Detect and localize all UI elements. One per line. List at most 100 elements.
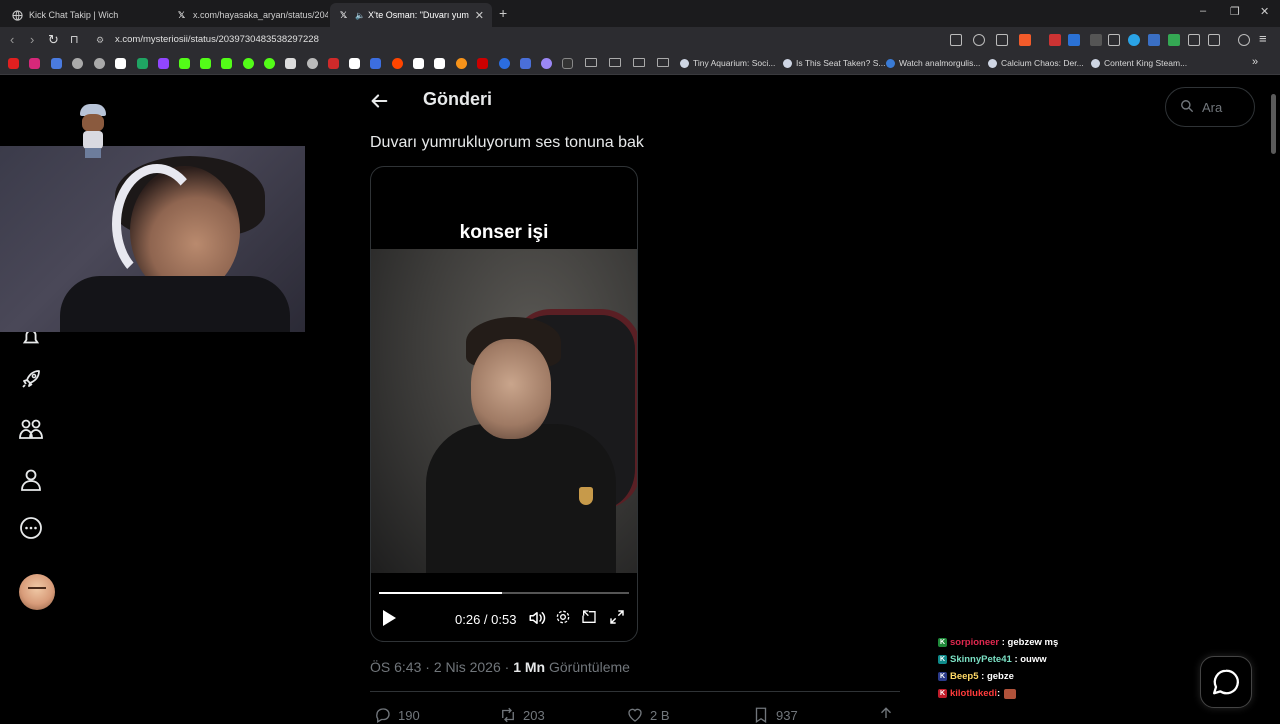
amazon-icon[interactable]	[434, 58, 445, 69]
bookmark-tiny-aquarium[interactable]: Tiny Aquarium: Soci...	[680, 58, 775, 68]
emote-icon	[1004, 688, 1017, 699]
maximize-button[interactable]: ❐	[1230, 5, 1240, 18]
more-bookmarks-button[interactable]: »	[1252, 56, 1258, 68]
bookmark-icon[interactable]	[520, 58, 531, 69]
more-options-icon[interactable]	[18, 515, 44, 541]
bookmark-icon[interactable]	[370, 58, 381, 69]
media-icon[interactable]	[1238, 34, 1250, 46]
folder-icon[interactable]	[585, 58, 597, 67]
post-date[interactable]: 2 Nis 2026	[434, 659, 501, 675]
bookmark-icon[interactable]	[562, 58, 573, 69]
folder-icon[interactable]	[633, 58, 645, 67]
post-time[interactable]: ÖS 6:43	[370, 659, 421, 675]
bookmark-seat-taken[interactable]: Is This Seat Taken? S...	[783, 58, 885, 68]
chat-user: kilotlukedi	[950, 688, 997, 699]
bookmark-icon[interactable]	[499, 58, 510, 69]
like-button[interactable]: 2 B	[626, 706, 670, 724]
new-tab-button[interactable]: +	[499, 5, 507, 21]
extension-audio-icon[interactable]	[1068, 34, 1080, 46]
play-icon[interactable]	[381, 609, 397, 627]
video-frame[interactable]	[371, 249, 637, 573]
bookmark-button[interactable]: 937	[752, 706, 798, 724]
puzzle-icon[interactable]	[1188, 34, 1200, 46]
settings-gear-icon[interactable]	[555, 609, 571, 625]
anchor-icon[interactable]	[285, 58, 296, 69]
minimize-button[interactable]: –	[1200, 5, 1206, 17]
extension-badge-icon[interactable]	[1049, 34, 1061, 46]
bookmark-icon[interactable]	[243, 58, 254, 69]
folder-icon[interactable]	[657, 58, 669, 67]
tab-osman-post[interactable]: 𝕏 🔈 X'te Osman: "Duvarı yumrukl ✕	[330, 3, 492, 27]
screen-icon[interactable]	[950, 34, 962, 46]
bookmark-calcium-chaos[interactable]: Calcium Chaos: Der...	[988, 58, 1084, 68]
bookmark-icon[interactable]	[413, 58, 424, 69]
x-post-page: Gönderi Ara Duvarı yumrukluyorum ses ton…	[0, 76, 1280, 724]
globe-icon[interactable]	[72, 58, 83, 69]
bookmark-icon[interactable]	[51, 58, 62, 69]
extension-icon[interactable]	[1090, 34, 1102, 46]
extension-icon[interactable]	[1168, 34, 1180, 46]
account-avatar[interactable]	[19, 574, 55, 610]
bookmark-icon[interactable]	[456, 58, 467, 69]
gmail-icon[interactable]	[115, 58, 126, 69]
folder-icon[interactable]	[609, 58, 621, 67]
bookmark-icon[interactable]	[477, 58, 488, 69]
x-logo-icon[interactable]	[349, 58, 360, 69]
bookmark-icon[interactable]	[307, 58, 318, 69]
page-scrollbar[interactable]	[1271, 94, 1276, 154]
bookmark-icon[interactable]	[541, 58, 552, 69]
video-progress-bar[interactable]	[379, 592, 629, 594]
site-info-icon[interactable]: ⚙	[96, 35, 104, 46]
repost-button[interactable]: 203	[499, 706, 545, 724]
drive-icon[interactable]	[137, 58, 148, 69]
twitch-icon[interactable]	[158, 58, 169, 69]
rocket-icon[interactable]	[18, 366, 44, 392]
bookmark-content-king[interactable]: Content King Steam...	[1091, 58, 1187, 68]
tab-title: Kick Chat Takip | Wich	[29, 10, 119, 20]
address-bar[interactable]: x.com/mysteriosii/status/203973048353829…	[115, 34, 319, 45]
chat-message: K sorpioneer : gebzew mş	[938, 634, 1058, 651]
chat-user: sorpioneer	[950, 637, 1000, 648]
reload-icon[interactable]: ↻	[48, 32, 59, 48]
webcam-overlay	[0, 146, 305, 332]
sidebar-toggle-icon[interactable]	[1208, 34, 1220, 46]
video-player[interactable]: konser işi 0:26 / 0:53	[370, 166, 638, 642]
kick-icon[interactable]	[200, 58, 211, 69]
bookmark-watch[interactable]: Watch analmorgulis...	[886, 58, 980, 68]
steam-icon	[988, 58, 997, 68]
close-tab-icon[interactable]: ✕	[469, 9, 484, 22]
back-arrow-icon[interactable]	[368, 90, 390, 112]
instagram-icon[interactable]	[29, 58, 40, 69]
volume-icon[interactable]	[528, 609, 546, 627]
extension-icon[interactable]	[1148, 34, 1160, 46]
reddit-icon[interactable]	[392, 58, 403, 69]
youtube-icon[interactable]	[8, 58, 19, 69]
picture-in-picture-icon[interactable]	[581, 609, 597, 625]
kick-icon[interactable]	[221, 58, 232, 69]
back-nav-icon[interactable]: ‹	[10, 32, 14, 47]
menu-icon[interactable]: ≡	[1259, 31, 1267, 46]
bookmark-icon	[755, 707, 767, 724]
chat-message: K Beep5 : gebze	[938, 668, 1058, 685]
communities-icon[interactable]	[18, 416, 44, 442]
search-input[interactable]: Ara	[1165, 87, 1255, 127]
zoom-icon[interactable]	[973, 34, 985, 46]
extension-icon[interactable]	[1108, 34, 1120, 46]
share-icon[interactable]	[996, 34, 1008, 46]
globe-icon[interactable]	[94, 58, 105, 69]
share-button[interactable]	[877, 706, 901, 724]
tab-kick-chat[interactable]: Kick Chat Takip | Wich	[4, 3, 167, 27]
bookmark-page-icon[interactable]: ⊓	[70, 33, 79, 46]
close-window-button[interactable]: ✕	[1260, 5, 1269, 18]
reply-button[interactable]: 190	[374, 706, 420, 724]
messages-button[interactable]	[1200, 656, 1252, 708]
brave-shield-icon[interactable]	[1019, 34, 1031, 46]
fullscreen-icon[interactable]	[609, 609, 625, 625]
bookmark-icon[interactable]	[328, 58, 339, 69]
bookmark-icon[interactable]	[264, 58, 275, 69]
profile-icon[interactable]	[18, 467, 44, 493]
kick-icon[interactable]	[179, 58, 190, 69]
extension-icon[interactable]	[1128, 34, 1140, 46]
tab-hayasaka-status[interactable]: 𝕏 x.com/hayasaka_aryan/status/20404	[168, 3, 328, 27]
forward-nav-icon[interactable]: ›	[30, 32, 34, 47]
